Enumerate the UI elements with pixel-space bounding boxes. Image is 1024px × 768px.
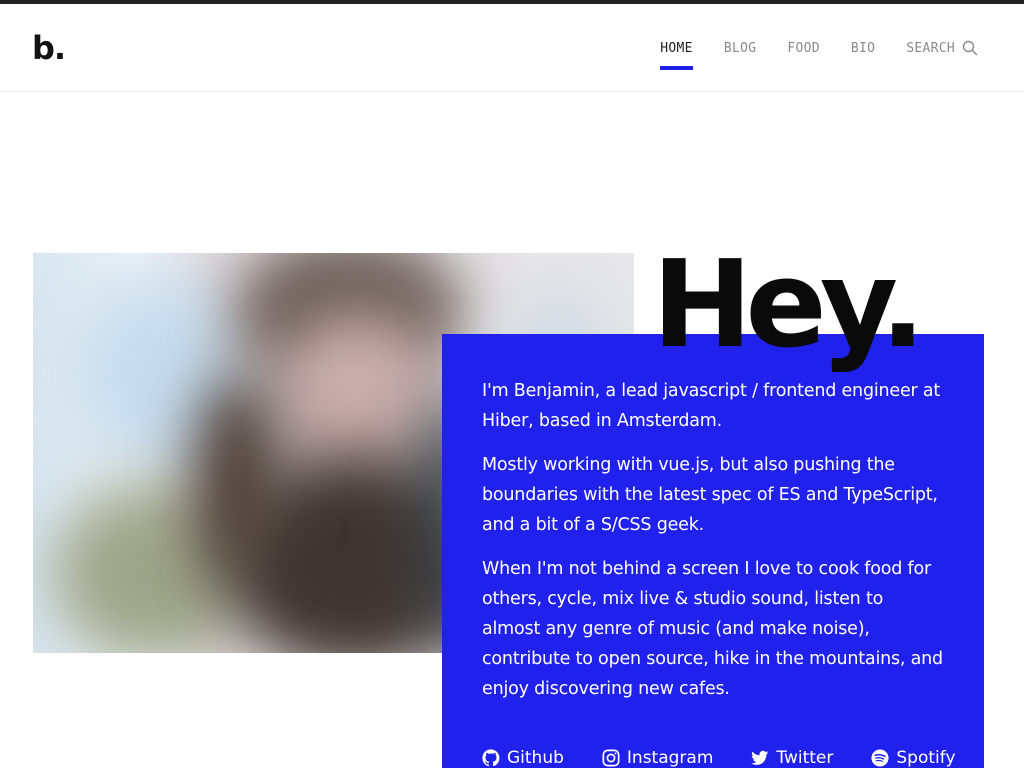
nav-item-bio[interactable]: BIO [851, 4, 875, 92]
twitter-icon [751, 750, 769, 765]
spotify-icon [871, 749, 889, 767]
social-links: Github Instagram Twitter Spotify [482, 748, 994, 768]
site-header: b. HOME BLOG FOOD BIO SEARCH [0, 4, 1024, 92]
site-logo[interactable]: b. [32, 29, 66, 67]
social-label: Twitter [776, 748, 834, 768]
nav-item-blog[interactable]: BLOG [724, 4, 757, 92]
main-nav: HOME BLOG FOOD BIO SEARCH [629, 4, 978, 92]
social-link-instagram[interactable]: Instagram [602, 748, 714, 768]
search-icon [962, 40, 978, 56]
social-label: Github [507, 748, 564, 768]
social-label: Instagram [626, 748, 714, 768]
search-label: SEARCH [906, 40, 955, 56]
github-icon [482, 749, 500, 767]
social-label: Spotify [896, 748, 956, 768]
nav-item-home[interactable]: HOME [660, 4, 693, 92]
nav-item-search[interactable]: SEARCH [906, 4, 978, 92]
bio-card: I'm Benjamin, a lead javascript / fronte… [442, 334, 984, 768]
instagram-icon [602, 749, 620, 767]
hero-title: Hey. [652, 236, 926, 375]
bio-paragraph: When I'm not behind a screen I love to c… [482, 559, 943, 699]
bio-paragraph: Mostly working with vue.js, but also pus… [482, 455, 938, 535]
nav-item-food[interactable]: FOOD [787, 4, 820, 92]
bio-paragraph: I'm Benjamin, a lead javascript / fronte… [482, 381, 941, 431]
social-link-spotify[interactable]: Spotify [871, 748, 956, 768]
social-link-github[interactable]: Github [482, 748, 564, 768]
social-link-twitter[interactable]: Twitter [751, 748, 833, 768]
